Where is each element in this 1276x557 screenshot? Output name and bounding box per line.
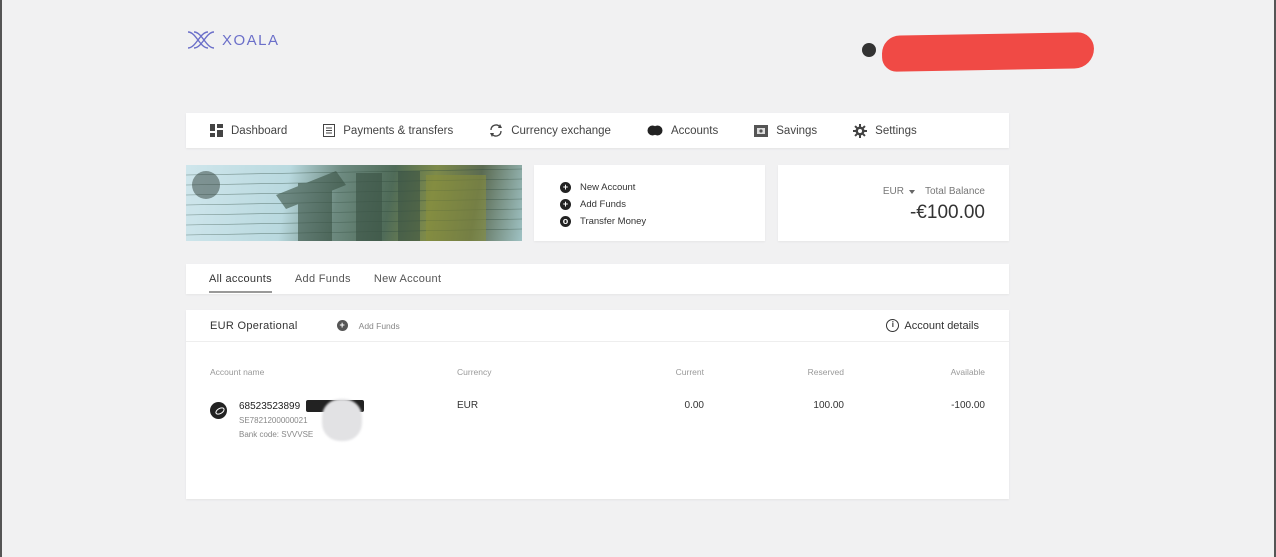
banknote-banner-image <box>186 165 522 241</box>
quick-action-label: Add Funds <box>580 199 626 210</box>
total-balance-amount: -€100.00 <box>909 202 985 223</box>
chevron-down-icon <box>908 189 915 194</box>
nav-item-settings[interactable]: Settings <box>853 123 917 138</box>
nav-item-savings[interactable]: Savings <box>754 124 818 137</box>
currency-select[interactable]: EUR <box>883 186 915 197</box>
exchange-icon <box>489 124 503 137</box>
nav-label: Currency exchange <box>511 124 611 137</box>
transfer-circle-icon: o <box>560 216 571 227</box>
window-border-left <box>0 0 2 557</box>
quick-actions-card: + New Account + Add Funds o Transfer Mon… <box>534 165 765 241</box>
main-navigation: Dashboard Payments & transfers Currency … <box>186 113 1009 148</box>
user-menu[interactable] <box>862 30 1095 72</box>
plus-circle-icon: + <box>336 320 348 331</box>
xoala-logo-icon <box>187 31 215 49</box>
column-header-reserved: Reserved <box>807 367 844 377</box>
balance-header: EUR Total Balance <box>883 186 985 197</box>
redacted-blur <box>322 399 362 441</box>
quick-action-label: Transfer Money <box>580 216 647 227</box>
user-icon <box>862 43 876 57</box>
nav-item-accounts[interactable]: Accounts <box>647 125 718 137</box>
nav-label: Payments & transfers <box>343 124 454 137</box>
tab-new-account[interactable]: New Account <box>374 264 442 294</box>
accounts-icon <box>647 125 663 136</box>
nav-item-currency-exchange[interactable]: Currency exchange <box>489 124 611 137</box>
brand-name: XOALA <box>222 31 280 49</box>
nav-item-dashboard[interactable]: Dashboard <box>210 124 287 137</box>
account-reserved: 100.00 <box>813 400 844 411</box>
total-balance-card: EUR Total Balance -€100.00 <box>778 165 1009 241</box>
account-bank-code: Bank code: SVVVSE <box>239 430 314 439</box>
nav-label: Settings <box>875 124 917 137</box>
nav-label: Accounts <box>670 124 719 137</box>
add-funds-button[interactable]: + Add Funds <box>336 320 400 331</box>
total-balance-label: Total Balance <box>924 186 985 197</box>
account-number-value: 68523523899 <box>239 400 301 412</box>
account-details-label: Account details <box>904 319 979 332</box>
column-header-currency: Currency <box>457 367 492 377</box>
add-funds-label: Add Funds <box>358 320 400 331</box>
column-header-account-name: Account name <box>210 367 265 377</box>
info-icon: i <box>886 319 900 332</box>
account-iban: SE7821200000021 <box>239 416 308 425</box>
account-details-link[interactable]: i Account details <box>886 319 979 332</box>
nav-label: Savings <box>776 124 818 137</box>
quick-action-add-funds[interactable]: + Add Funds <box>560 196 765 213</box>
account-currency: EUR <box>457 400 479 411</box>
plus-circle-icon: + <box>560 199 571 210</box>
currency-value: EUR <box>882 186 904 197</box>
redacted-username <box>881 32 1095 72</box>
savings-icon <box>754 124 769 137</box>
column-header-available: Available <box>950 367 985 377</box>
tab-all-accounts[interactable]: All accounts <box>209 264 272 294</box>
panel-title: EUR Operational <box>210 319 298 332</box>
plus-circle-icon: + <box>560 182 571 193</box>
eur-operational-panel: EUR Operational + Add Funds i Account de… <box>186 310 1009 499</box>
tab-add-funds[interactable]: Add Funds <box>295 264 351 294</box>
nav-label: Dashboard <box>231 124 288 137</box>
quick-action-new-account[interactable]: + New Account <box>560 179 765 196</box>
account-current: 0.00 <box>684 400 704 411</box>
account-available: -100.00 <box>951 400 985 411</box>
nav-item-payments[interactable]: Payments & transfers <box>323 124 453 137</box>
quick-action-label: New Account <box>580 182 636 193</box>
quick-action-transfer-money[interactable]: o Transfer Money <box>560 213 765 230</box>
document-icon <box>323 124 336 137</box>
account-tabs: All accounts Add Funds New Account <box>186 264 1009 294</box>
dashboard-icon <box>210 124 223 137</box>
gear-icon <box>853 123 868 138</box>
panel-header: EUR Operational + Add Funds i Account de… <box>186 310 1009 342</box>
column-header-current: Current <box>675 367 704 377</box>
account-icon <box>210 402 227 419</box>
brand-logo[interactable]: XOALA <box>186 26 280 54</box>
